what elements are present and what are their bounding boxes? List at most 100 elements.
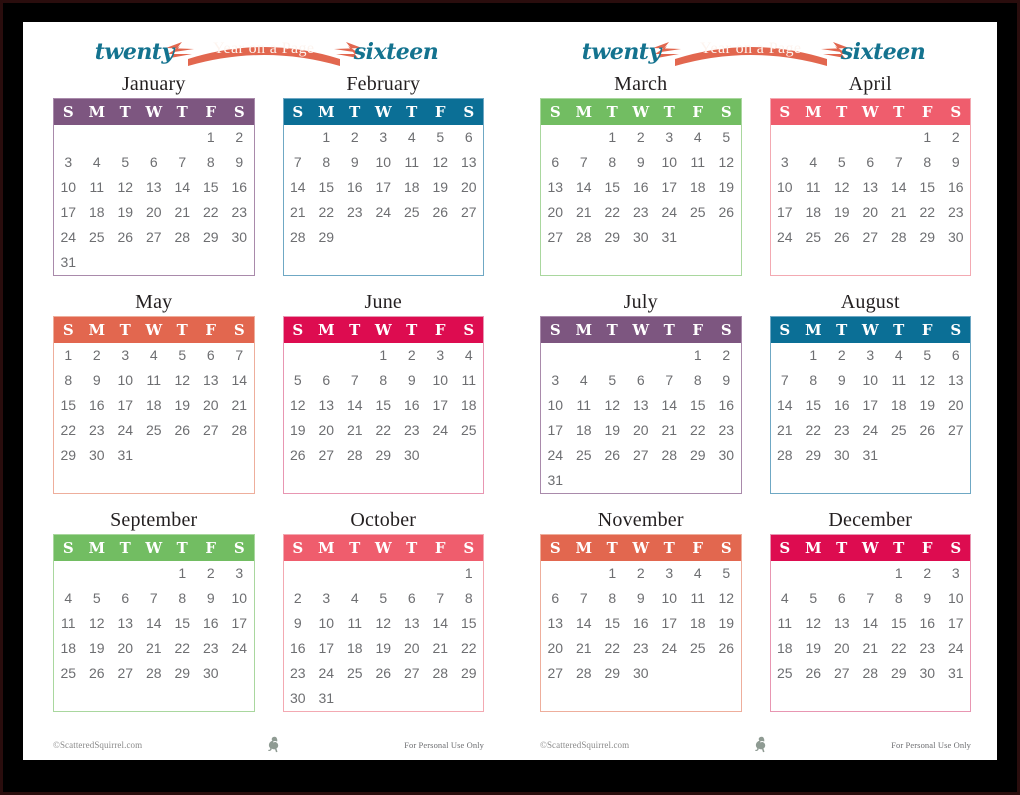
day-cell[interactable]: 14 bbox=[856, 611, 885, 636]
day-cell[interactable]: 6 bbox=[455, 125, 484, 150]
day-cell[interactable]: 7 bbox=[771, 368, 800, 393]
day-cell[interactable]: 11 bbox=[398, 150, 427, 175]
day-cell[interactable]: 1 bbox=[799, 343, 828, 368]
day-cell[interactable]: 26 bbox=[799, 661, 828, 686]
day-cell[interactable]: 26 bbox=[712, 636, 741, 661]
day-cell[interactable]: 6 bbox=[111, 586, 140, 611]
day-cell[interactable]: 21 bbox=[856, 636, 885, 661]
day-cell[interactable]: 8 bbox=[598, 586, 627, 611]
day-cell[interactable]: 5 bbox=[712, 125, 741, 150]
day-cell[interactable]: 11 bbox=[885, 368, 914, 393]
day-cell[interactable]: 22 bbox=[168, 636, 197, 661]
day-cell[interactable]: 19 bbox=[799, 636, 828, 661]
day-cell[interactable]: 10 bbox=[111, 368, 140, 393]
day-cell[interactable]: 25 bbox=[398, 200, 427, 225]
day-cell[interactable]: 28 bbox=[426, 661, 455, 686]
day-cell[interactable]: 30 bbox=[712, 443, 741, 468]
day-cell[interactable]: 29 bbox=[799, 443, 828, 468]
day-cell[interactable]: 5 bbox=[799, 586, 828, 611]
day-cell[interactable]: 9 bbox=[398, 368, 427, 393]
day-cell[interactable]: 23 bbox=[828, 418, 857, 443]
day-cell[interactable]: 24 bbox=[655, 636, 684, 661]
day-cell[interactable]: 1 bbox=[598, 125, 627, 150]
day-cell[interactable]: 23 bbox=[197, 636, 226, 661]
day-cell[interactable]: 27 bbox=[942, 418, 971, 443]
day-cell[interactable]: 30 bbox=[627, 225, 656, 250]
day-cell[interactable]: 18 bbox=[771, 636, 800, 661]
day-cell[interactable]: 30 bbox=[913, 661, 942, 686]
day-cell[interactable]: 20 bbox=[197, 393, 226, 418]
day-cell[interactable]: 28 bbox=[284, 225, 313, 250]
day-cell[interactable]: 7 bbox=[140, 586, 169, 611]
day-cell[interactable]: 12 bbox=[426, 150, 455, 175]
day-cell[interactable]: 2 bbox=[398, 343, 427, 368]
day-cell[interactable]: 4 bbox=[83, 150, 112, 175]
day-cell[interactable]: 10 bbox=[771, 175, 800, 200]
day-cell[interactable]: 26 bbox=[712, 200, 741, 225]
day-cell[interactable]: 12 bbox=[712, 586, 741, 611]
day-cell[interactable]: 27 bbox=[111, 661, 140, 686]
day-cell[interactable]: 7 bbox=[570, 150, 599, 175]
day-cell[interactable]: 3 bbox=[225, 561, 254, 586]
day-cell[interactable]: 26 bbox=[168, 418, 197, 443]
day-cell[interactable]: 7 bbox=[856, 586, 885, 611]
day-cell[interactable]: 20 bbox=[942, 393, 971, 418]
day-cell[interactable]: 9 bbox=[828, 368, 857, 393]
day-cell[interactable]: 7 bbox=[885, 150, 914, 175]
day-cell[interactable]: 9 bbox=[341, 150, 370, 175]
day-cell[interactable]: 18 bbox=[684, 175, 713, 200]
day-cell[interactable]: 6 bbox=[140, 150, 169, 175]
day-cell[interactable]: 25 bbox=[570, 443, 599, 468]
day-cell[interactable]: 3 bbox=[426, 343, 455, 368]
day-cell[interactable]: 3 bbox=[655, 561, 684, 586]
day-cell[interactable]: 6 bbox=[828, 586, 857, 611]
day-cell[interactable]: 23 bbox=[712, 418, 741, 443]
day-cell[interactable]: 29 bbox=[197, 225, 226, 250]
day-cell[interactable]: 28 bbox=[225, 418, 254, 443]
day-cell[interactable]: 3 bbox=[655, 125, 684, 150]
day-cell[interactable]: 18 bbox=[684, 611, 713, 636]
day-cell[interactable]: 14 bbox=[655, 393, 684, 418]
day-cell[interactable]: 17 bbox=[426, 393, 455, 418]
day-cell[interactable]: 23 bbox=[913, 636, 942, 661]
day-cell[interactable]: 24 bbox=[771, 225, 800, 250]
day-cell[interactable]: 4 bbox=[684, 125, 713, 150]
day-cell[interactable]: 24 bbox=[312, 661, 341, 686]
day-cell[interactable]: 30 bbox=[942, 225, 971, 250]
day-cell[interactable]: 27 bbox=[398, 661, 427, 686]
day-cell[interactable]: 19 bbox=[426, 175, 455, 200]
day-cell[interactable]: 25 bbox=[684, 200, 713, 225]
day-cell[interactable]: 12 bbox=[828, 175, 857, 200]
day-cell[interactable]: 21 bbox=[284, 200, 313, 225]
day-cell[interactable]: 22 bbox=[312, 200, 341, 225]
day-cell[interactable]: 5 bbox=[828, 150, 857, 175]
day-cell[interactable]: 6 bbox=[398, 586, 427, 611]
day-cell[interactable]: 10 bbox=[942, 586, 971, 611]
day-cell[interactable]: 19 bbox=[712, 611, 741, 636]
day-cell[interactable]: 1 bbox=[168, 561, 197, 586]
day-cell[interactable]: 26 bbox=[913, 418, 942, 443]
day-cell[interactable]: 30 bbox=[828, 443, 857, 468]
day-cell[interactable]: 31 bbox=[942, 661, 971, 686]
day-cell[interactable]: 15 bbox=[913, 175, 942, 200]
day-cell[interactable]: 6 bbox=[627, 368, 656, 393]
day-cell[interactable]: 10 bbox=[655, 150, 684, 175]
day-cell[interactable]: 27 bbox=[541, 225, 570, 250]
day-cell[interactable]: 4 bbox=[455, 343, 484, 368]
day-cell[interactable]: 31 bbox=[111, 443, 140, 468]
day-cell[interactable]: 29 bbox=[598, 661, 627, 686]
day-cell[interactable]: 4 bbox=[140, 343, 169, 368]
day-cell[interactable]: 15 bbox=[312, 175, 341, 200]
day-cell[interactable]: 12 bbox=[284, 393, 313, 418]
day-cell[interactable]: 16 bbox=[627, 175, 656, 200]
day-cell[interactable]: 20 bbox=[312, 418, 341, 443]
day-cell[interactable]: 8 bbox=[799, 368, 828, 393]
day-cell[interactable]: 27 bbox=[455, 200, 484, 225]
day-cell[interactable]: 20 bbox=[828, 636, 857, 661]
day-cell[interactable]: 10 bbox=[655, 586, 684, 611]
day-cell[interactable]: 18 bbox=[455, 393, 484, 418]
day-cell[interactable]: 4 bbox=[885, 343, 914, 368]
day-cell[interactable]: 19 bbox=[168, 393, 197, 418]
day-cell[interactable]: 12 bbox=[712, 150, 741, 175]
day-cell[interactable]: 21 bbox=[225, 393, 254, 418]
